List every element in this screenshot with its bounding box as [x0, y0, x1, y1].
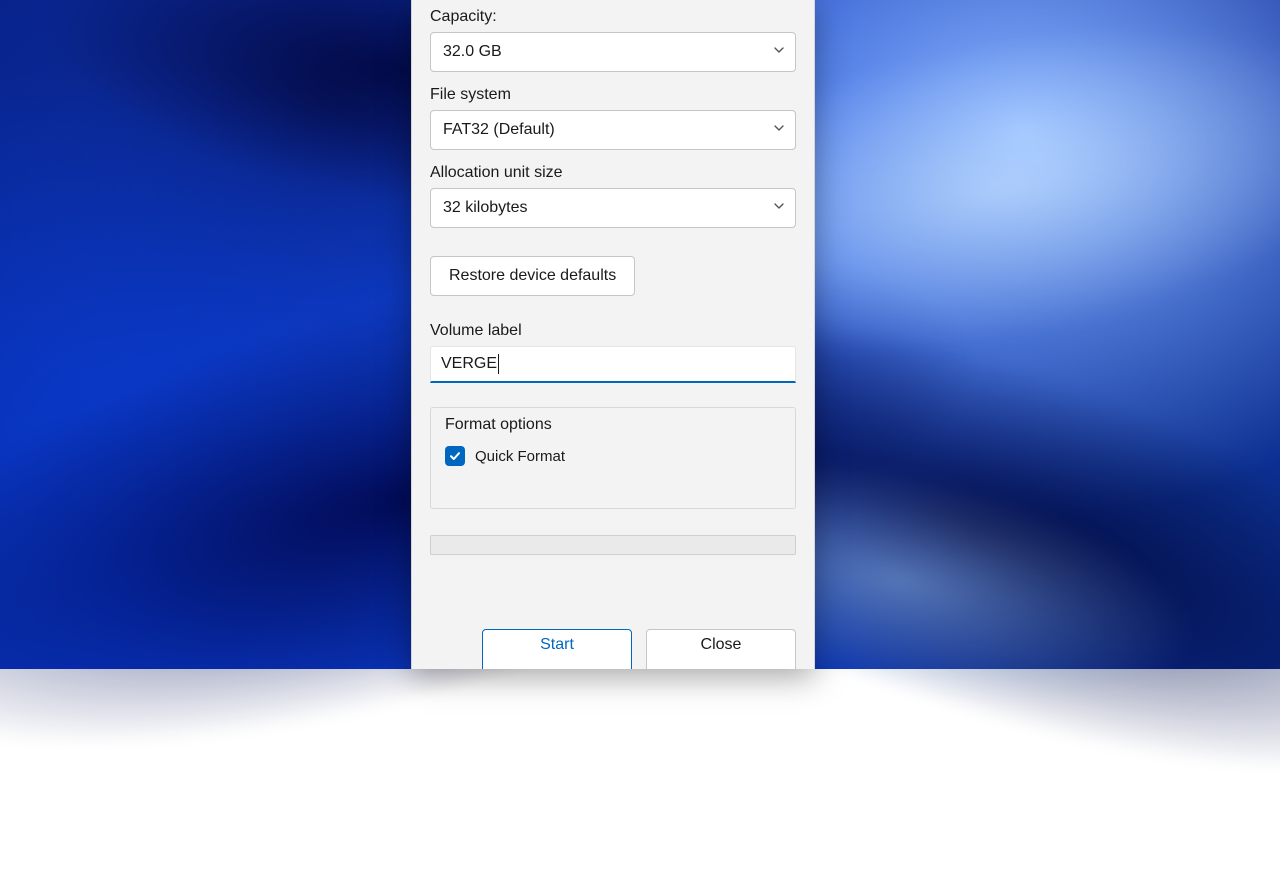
volume-label-input[interactable]: VERGE [430, 346, 796, 383]
dialog-buttons: Start Close [430, 607, 796, 669]
quick-format-checkbox[interactable] [445, 446, 465, 466]
format-options-group: Format options Quick Format [430, 407, 796, 509]
allocation-label: Allocation unit size [430, 164, 796, 182]
capacity-select[interactable]: 32.0 GB [430, 32, 796, 72]
file-system-label: File system [430, 86, 796, 104]
allocation-value: 32 kilobytes [443, 199, 528, 217]
capacity-value: 32.0 GB [443, 43, 502, 61]
capacity-label: Capacity: [430, 8, 796, 26]
format-dialog: Capacity: 32.0 GB File system FAT32 (Def… [411, 0, 815, 669]
file-system-value: FAT32 (Default) [443, 121, 555, 139]
restore-defaults-button[interactable]: Restore device defaults [430, 256, 635, 296]
volume-label-label: Volume label [430, 322, 796, 340]
text-caret [498, 354, 499, 374]
quick-format-label: Quick Format [475, 448, 565, 465]
chevron-down-icon [773, 199, 785, 217]
close-button[interactable]: Close [646, 629, 796, 669]
file-system-select[interactable]: FAT32 (Default) [430, 110, 796, 150]
format-options-legend: Format options [441, 416, 556, 434]
format-progress-bar [430, 535, 796, 555]
start-button[interactable]: Start [482, 629, 632, 669]
volume-label-value: VERGE [441, 355, 497, 373]
chevron-down-icon [773, 121, 785, 139]
chevron-down-icon [773, 43, 785, 61]
allocation-select[interactable]: 32 kilobytes [430, 188, 796, 228]
